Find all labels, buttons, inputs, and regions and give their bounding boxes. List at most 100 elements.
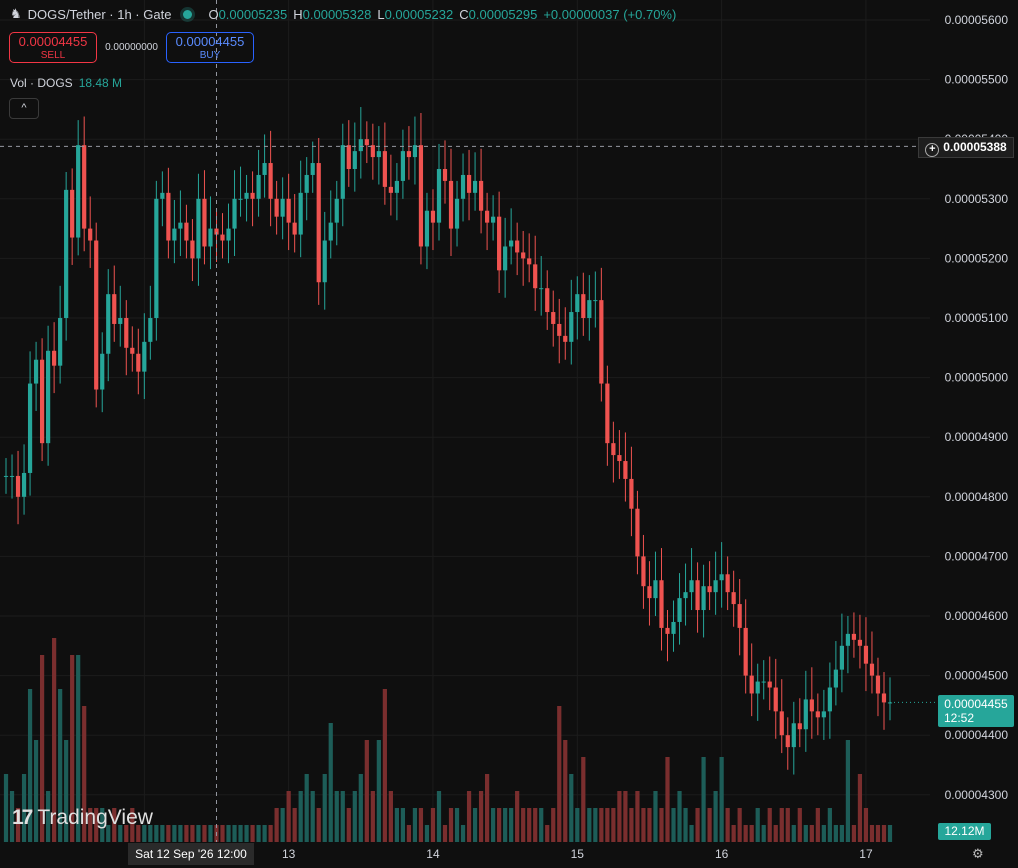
volume-bar bbox=[611, 808, 616, 842]
candle-body bbox=[791, 723, 796, 748]
volume-bar bbox=[418, 808, 424, 842]
bar-countdown: 12:52 bbox=[944, 711, 975, 725]
candle-body bbox=[142, 341, 147, 372]
volume-bar bbox=[665, 757, 670, 842]
candle-body bbox=[863, 645, 869, 664]
buy-button[interactable]: 0.00004455 BUY bbox=[166, 32, 254, 63]
volume-bar bbox=[545, 825, 550, 842]
volume-bar bbox=[803, 825, 808, 842]
price-tick-label: 0.00005200 bbox=[945, 251, 1009, 265]
volume-bar bbox=[262, 825, 267, 842]
volume-bar bbox=[184, 825, 189, 842]
candle-body bbox=[521, 252, 526, 259]
candlestick-chart[interactable]: 0.000056000.000055000.000054000.00005300… bbox=[0, 0, 1018, 868]
volume-bar bbox=[617, 791, 622, 842]
volume-bar bbox=[569, 774, 574, 842]
candle-body bbox=[779, 711, 784, 736]
volume-bar bbox=[322, 774, 327, 842]
volume-bar bbox=[436, 791, 442, 842]
candle-body bbox=[761, 681, 766, 683]
candle-body bbox=[70, 189, 75, 238]
volume-bar bbox=[304, 774, 309, 842]
volume-bar bbox=[310, 791, 315, 842]
volume-bar bbox=[725, 808, 730, 842]
price-tick-label: 0.00004400 bbox=[945, 728, 1009, 742]
tradingview-logo-icon: 17 bbox=[12, 806, 33, 829]
volume-bar bbox=[154, 825, 159, 842]
volume-bar bbox=[400, 808, 406, 842]
volume-bar bbox=[671, 808, 676, 842]
candle-body bbox=[569, 312, 574, 342]
buy-price: 0.00004455 bbox=[175, 34, 245, 49]
volume-bar bbox=[713, 791, 718, 842]
candle-body bbox=[527, 258, 532, 265]
last-price-label: 0.00004455 12:52 bbox=[938, 695, 1014, 727]
sell-button[interactable]: 0.00004455 SELL bbox=[9, 32, 97, 63]
market-status-icon[interactable] bbox=[183, 9, 193, 19]
price-tick-label: 0.00004900 bbox=[945, 430, 1009, 444]
candle-body bbox=[869, 663, 875, 676]
volume-bar bbox=[635, 791, 640, 842]
volume-bar bbox=[160, 825, 165, 842]
candle-body bbox=[731, 592, 736, 605]
candle-body bbox=[827, 687, 832, 712]
candle-body bbox=[713, 580, 718, 593]
volume-bar bbox=[491, 808, 496, 842]
candle-body bbox=[515, 240, 520, 253]
candle-body bbox=[665, 627, 670, 634]
candle-body bbox=[232, 198, 237, 229]
volume-bar bbox=[292, 808, 297, 842]
candle-body bbox=[310, 163, 315, 175]
spread-value: 0.00000000 bbox=[105, 42, 158, 53]
volume-bar bbox=[563, 740, 568, 842]
tradingview-logo[interactable]: 17 TradingView bbox=[12, 806, 153, 830]
collapse-legend-button[interactable]: ^ bbox=[9, 98, 39, 119]
settings-icon[interactable]: ⚙ bbox=[972, 846, 984, 862]
volume-bar bbox=[773, 825, 778, 842]
price-tick-label: 0.00004700 bbox=[945, 549, 1009, 563]
candle-body bbox=[64, 189, 69, 318]
candle-body bbox=[563, 335, 568, 342]
candle-body bbox=[76, 145, 81, 238]
plus-icon[interactable]: + bbox=[925, 143, 940, 157]
candle-body bbox=[448, 180, 454, 229]
volume-bar bbox=[587, 808, 592, 842]
volume-bar bbox=[629, 808, 634, 842]
candle-body bbox=[659, 580, 664, 628]
candle-body bbox=[9, 475, 15, 477]
volume-bar bbox=[515, 791, 520, 842]
price-axis[interactable]: 0.000056000.000055000.000054000.00005300… bbox=[945, 13, 1009, 802]
volume-bar bbox=[412, 808, 418, 842]
candle-body bbox=[39, 359, 45, 444]
tradingview-wordmark: TradingView bbox=[37, 806, 153, 829]
ohlc-low: L0.00005232 bbox=[377, 6, 454, 22]
candle-body bbox=[130, 347, 135, 354]
candle-body bbox=[226, 228, 231, 241]
candle-body bbox=[767, 681, 772, 688]
volume-bar bbox=[406, 825, 412, 842]
volume-bar bbox=[298, 791, 303, 842]
candle-body bbox=[286, 198, 291, 223]
candle-body bbox=[671, 621, 676, 634]
price-tick-label: 0.00004500 bbox=[945, 669, 1009, 683]
volume-bar bbox=[605, 808, 610, 842]
volume-legend[interactable]: Vol · DOGS 18.48 M bbox=[10, 76, 122, 90]
symbol-legend: ♞ DOGS/Tether · 1h · Gate O0.00005235 H0… bbox=[10, 6, 676, 22]
price-change: +0.00000037 (+0.70%) bbox=[543, 6, 677, 22]
volume-label: Vol · DOGS bbox=[10, 76, 73, 90]
symbol-title[interactable]: DOGS/Tether · 1h · Gate bbox=[28, 7, 172, 22]
volume-bar bbox=[478, 791, 484, 842]
crosshair bbox=[0, 0, 938, 842]
volume-bar bbox=[238, 825, 243, 842]
candle-body bbox=[376, 151, 381, 158]
volume-bar bbox=[653, 791, 658, 842]
volume-bar bbox=[851, 825, 857, 842]
volume-bar bbox=[460, 825, 466, 842]
volume-bar bbox=[755, 808, 760, 842]
candle-body bbox=[82, 145, 87, 229]
crosshair-price-label[interactable]: +0.00005388 bbox=[918, 137, 1014, 158]
candle-body bbox=[304, 174, 309, 193]
candle-body bbox=[388, 186, 393, 193]
volume-bar bbox=[340, 791, 345, 842]
date-tick-label: 17 bbox=[859, 847, 873, 861]
